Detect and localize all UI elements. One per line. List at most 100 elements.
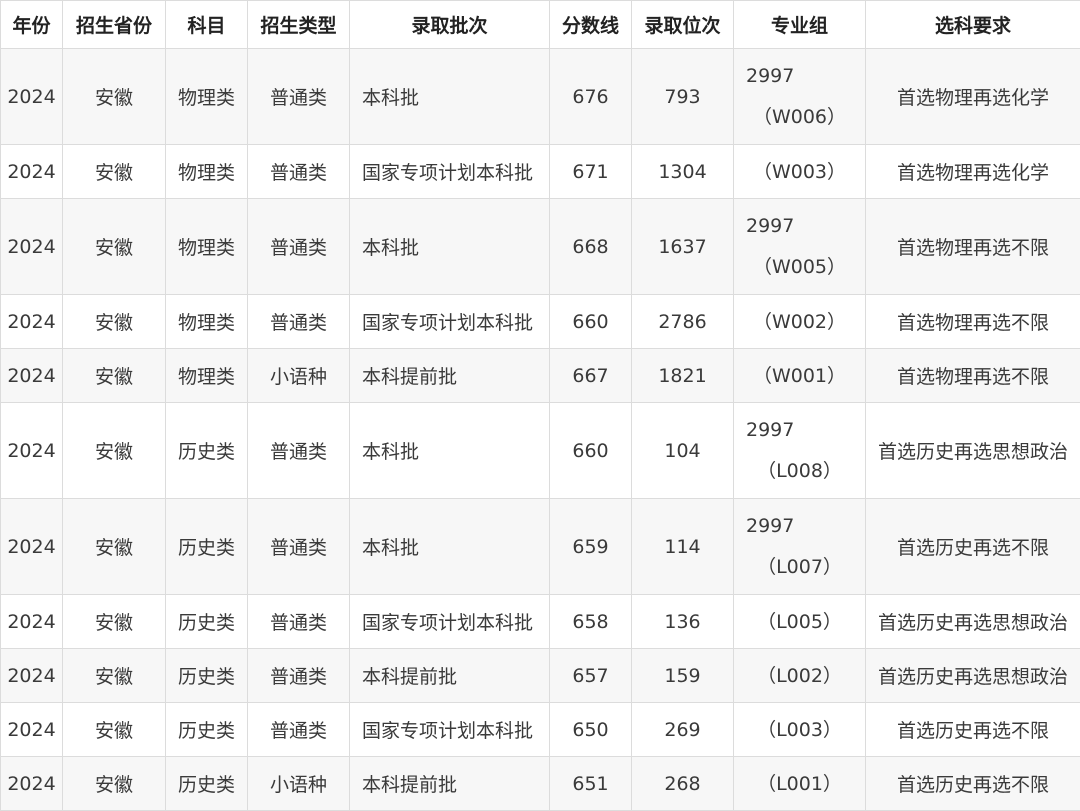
cell-rank: 269 <box>631 702 734 757</box>
cell-rank: 1637 <box>631 198 734 295</box>
cell-year: 2024 <box>0 48 63 145</box>
cell-batch: 国家专项计划本科批 <box>349 702 550 757</box>
cell-rank: 2786 <box>631 294 734 349</box>
cell-year: 2024 <box>0 402 63 499</box>
major-group-code: 2997 <box>746 514 795 537</box>
cell-year: 2024 <box>0 144 63 199</box>
cell-requirement: 首选历史再选思想政治 <box>865 594 1080 649</box>
cell-batch: 本科批 <box>349 198 550 295</box>
header-province: 招生省份 <box>62 0 166 49</box>
major-group-name: （L002） <box>757 664 842 687</box>
cell-type: 小语种 <box>247 348 350 403</box>
cell-province: 安徽 <box>62 648 166 703</box>
cell-type: 普通类 <box>247 402 350 499</box>
cell-requirement: 首选物理再选化学 <box>865 48 1080 145</box>
cell-major-group: 2997 （L007） <box>733 498 866 595</box>
cell-year: 2024 <box>0 648 63 703</box>
cell-rank: 1821 <box>631 348 734 403</box>
cell-batch: 国家专项计划本科批 <box>349 294 550 349</box>
cell-province: 安徽 <box>62 294 166 349</box>
cell-batch: 本科批 <box>349 498 550 595</box>
cell-requirement: 首选历史再选不限 <box>865 756 1080 811</box>
cell-type: 普通类 <box>247 198 350 295</box>
cell-rank: 159 <box>631 648 734 703</box>
cell-rank: 1304 <box>631 144 734 199</box>
cell-subject: 物理类 <box>165 198 248 295</box>
cell-subject: 物理类 <box>165 348 248 403</box>
cell-type: 普通类 <box>247 498 350 595</box>
header-subject: 科目 <box>165 0 248 49</box>
cell-requirement: 首选历史再选不限 <box>865 498 1080 595</box>
major-group-name: （W003） <box>752 160 847 183</box>
cell-type: 小语种 <box>247 756 350 811</box>
cell-year: 2024 <box>0 198 63 295</box>
cell-rank: 114 <box>631 498 734 595</box>
cell-subject: 历史类 <box>165 648 248 703</box>
cell-requirement: 首选物理再选不限 <box>865 198 1080 295</box>
cell-subject: 物理类 <box>165 48 248 145</box>
cell-type: 普通类 <box>247 144 350 199</box>
cell-type: 普通类 <box>247 594 350 649</box>
table-row: 2024 安徽 物理类 普通类 本科批 668 1637 2997 （W005）… <box>0 198 1080 295</box>
cell-province: 安徽 <box>62 348 166 403</box>
major-group-name: （W005） <box>752 255 847 278</box>
cell-score: 651 <box>549 756 632 811</box>
table-row: 2024 安徽 历史类 普通类 本科提前批 657 159 （L002） 首选历… <box>0 648 1080 703</box>
cell-subject: 历史类 <box>165 756 248 811</box>
cell-requirement: 首选物理再选不限 <box>865 348 1080 403</box>
cell-type: 普通类 <box>247 48 350 145</box>
cell-subject: 历史类 <box>165 402 248 499</box>
cell-batch: 本科批 <box>349 402 550 499</box>
cell-requirement: 首选物理再选不限 <box>865 294 1080 349</box>
cell-major-group: 2997 （L008） <box>733 402 866 499</box>
cell-province: 安徽 <box>62 702 166 757</box>
table-row: 2024 安徽 物理类 普通类 国家专项计划本科批 660 2786 （W002… <box>0 294 1080 349</box>
cell-subject: 物理类 <box>165 294 248 349</box>
cell-rank: 268 <box>631 756 734 811</box>
cell-province: 安徽 <box>62 594 166 649</box>
header-batch: 录取批次 <box>349 0 550 49</box>
major-group-name: （W001） <box>752 364 847 387</box>
cell-major-group: （W003） <box>733 144 866 199</box>
cell-subject: 历史类 <box>165 498 248 595</box>
cell-requirement: 首选历史再选不限 <box>865 702 1080 757</box>
cell-year: 2024 <box>0 348 63 403</box>
header-score: 分数线 <box>549 0 632 49</box>
major-group-name: （L008） <box>757 459 842 482</box>
cell-province: 安徽 <box>62 498 166 595</box>
cell-batch: 本科提前批 <box>349 348 550 403</box>
table-row: 2024 安徽 历史类 普通类 本科批 659 114 2997 （L007） … <box>0 498 1080 595</box>
table-row: 2024 安徽 物理类 小语种 本科提前批 667 1821 （W001） 首选… <box>0 348 1080 403</box>
cell-score: 667 <box>549 348 632 403</box>
cell-rank: 136 <box>631 594 734 649</box>
major-group-name: （L003） <box>757 718 842 741</box>
cell-score: 676 <box>549 48 632 145</box>
cell-major-group: 2997 （W006） <box>733 48 866 145</box>
cell-type: 普通类 <box>247 648 350 703</box>
table-row: 2024 安徽 历史类 普通类 国家专项计划本科批 650 269 （L003）… <box>0 702 1080 757</box>
table-row: 2024 安徽 历史类 普通类 本科批 660 104 2997 （L008） … <box>0 402 1080 499</box>
header-year: 年份 <box>0 0 63 49</box>
cell-year: 2024 <box>0 498 63 595</box>
table-header-row: 年份 招生省份 科目 招生类型 录取批次 分数线 录取位次 专业组 选科要求 <box>0 0 1080 49</box>
admissions-table: 年份 招生省份 科目 招生类型 录取批次 分数线 录取位次 专业组 选科要求 2… <box>0 0 1080 811</box>
cell-year: 2024 <box>0 294 63 349</box>
cell-province: 安徽 <box>62 198 166 295</box>
cell-subject: 历史类 <box>165 594 248 649</box>
cell-province: 安徽 <box>62 756 166 811</box>
cell-subject: 历史类 <box>165 702 248 757</box>
cell-score: 657 <box>549 648 632 703</box>
cell-type: 普通类 <box>247 294 350 349</box>
cell-province: 安徽 <box>62 402 166 499</box>
major-group-name: （L001） <box>757 772 842 795</box>
cell-requirement: 首选物理再选化学 <box>865 144 1080 199</box>
cell-batch: 本科批 <box>349 48 550 145</box>
cell-batch: 本科提前批 <box>349 756 550 811</box>
cell-major-group: 2997 （W005） <box>733 198 866 295</box>
cell-score: 671 <box>549 144 632 199</box>
header-rank: 录取位次 <box>631 0 734 49</box>
header-major-group: 专业组 <box>733 0 866 49</box>
table-row: 2024 安徽 历史类 普通类 国家专项计划本科批 658 136 （L005）… <box>0 594 1080 649</box>
major-group-code: 2997 <box>746 64 795 87</box>
cell-rank: 104 <box>631 402 734 499</box>
